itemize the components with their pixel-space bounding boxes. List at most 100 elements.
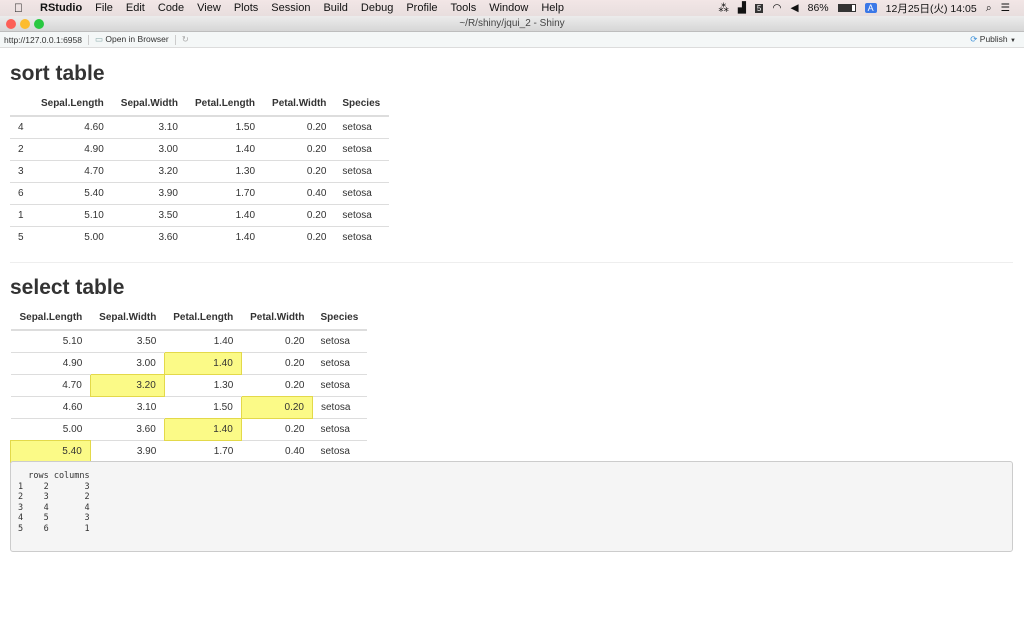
- table-cell[interactable]: 5.00: [31, 225, 112, 248]
- table-cell[interactable]: 3.60: [111, 225, 186, 248]
- dropbox-icon[interactable]: ⁂: [718, 2, 729, 14]
- table-cell[interactable]: setosa: [312, 329, 367, 352]
- menu-profile[interactable]: Profile: [406, 2, 437, 14]
- column-header[interactable]: Species: [312, 306, 367, 331]
- table-cell[interactable]: 3: [10, 159, 32, 182]
- input-method-badge[interactable]: A: [864, 3, 877, 13]
- column-header[interactable]: Petal.Width: [241, 306, 313, 331]
- table-cell[interactable]: setosa: [334, 115, 389, 138]
- table-cell[interactable]: 3.00: [111, 137, 186, 160]
- selected-cell[interactable]: 0.20: [240, 395, 313, 419]
- menu-code[interactable]: Code: [158, 2, 184, 14]
- table-cell[interactable]: 3.90: [90, 439, 165, 462]
- table-cell[interactable]: 3.60: [90, 417, 165, 440]
- volume-icon[interactable]: ◀: [791, 2, 799, 14]
- menu-build[interactable]: Build: [323, 2, 347, 14]
- table-row[interactable]: 6 5.40 3.90 1.70 0.40 setosa: [10, 181, 389, 204]
- docker-icon[interactable]: ▟: [738, 2, 746, 14]
- table-cell[interactable]: 0.20: [241, 417, 313, 440]
- table-cell[interactable]: setosa: [334, 137, 389, 160]
- table-cell[interactable]: 6: [10, 181, 32, 204]
- selected-cell[interactable]: 1.40: [163, 351, 242, 375]
- table-cell[interactable]: 5: [10, 225, 32, 248]
- table-row[interactable]: 5.00 3.60 1.40 0.20 setosa: [10, 417, 367, 441]
- menu-edit[interactable]: Edit: [126, 2, 145, 14]
- table-cell[interactable]: 1.40: [185, 225, 264, 248]
- column-header[interactable]: Sepal.Length: [31, 92, 112, 117]
- table-cell[interactable]: 4.70: [10, 373, 91, 396]
- table-cell[interactable]: 5.10: [10, 329, 91, 352]
- wifi-icon[interactable]: ◠: [772, 2, 781, 14]
- table-cell[interactable]: 0.20: [241, 351, 313, 374]
- publish-button[interactable]: ⟳ Publish ▼: [970, 34, 1016, 45]
- table-cell[interactable]: 1.40: [164, 329, 242, 352]
- table-cell[interactable]: 0.20: [241, 373, 313, 396]
- table-cell[interactable]: 0.20: [263, 137, 335, 160]
- table-row[interactable]: 5.10 3.50 1.40 0.20 setosa: [10, 329, 367, 352]
- table-cell[interactable]: 1.30: [185, 159, 264, 182]
- table-cell[interactable]: 0.40: [263, 181, 335, 204]
- table-cell[interactable]: 0.20: [263, 115, 335, 138]
- menu-app[interactable]: RStudio: [40, 2, 82, 14]
- table-cell[interactable]: setosa: [334, 225, 389, 248]
- column-header[interactable]: Petal.Length: [185, 92, 264, 117]
- table-row[interactable]: 5 5.00 3.60 1.40 0.20 setosa: [10, 225, 389, 248]
- table-cell[interactable]: setosa: [312, 395, 367, 418]
- column-header[interactable]: [10, 92, 32, 117]
- table-cell[interactable]: 1.70: [185, 181, 264, 204]
- table-cell[interactable]: 1: [10, 203, 32, 226]
- table-cell[interactable]: 5.10: [31, 203, 112, 226]
- table-cell[interactable]: setosa: [312, 351, 367, 374]
- table-row[interactable]: 5.40 3.90 1.70 0.40 setosa: [10, 439, 367, 463]
- list-icon[interactable]: ☰: [1001, 2, 1010, 14]
- table-row[interactable]: 4.60 3.10 1.50 0.20 setosa: [10, 395, 367, 419]
- selected-cell[interactable]: 1.40: [163, 417, 242, 441]
- table-cell[interactable]: 1.70: [164, 439, 242, 462]
- column-header[interactable]: Petal.Length: [164, 306, 242, 331]
- table-row[interactable]: 3 4.70 3.20 1.30 0.20 setosa: [10, 159, 389, 182]
- table-cell[interactable]: 3.10: [111, 115, 186, 138]
- table-cell[interactable]: 0.20: [263, 159, 335, 182]
- table-row[interactable]: 4.90 3.00 1.40 0.20 setosa: [10, 351, 367, 375]
- column-header[interactable]: Petal.Width: [263, 92, 335, 117]
- table-cell[interactable]: 1.40: [185, 137, 264, 160]
- table-cell[interactable]: 0.40: [241, 439, 313, 462]
- close-button[interactable]: [6, 19, 16, 29]
- maximize-button[interactable]: [34, 19, 44, 29]
- table-cell[interactable]: 3.20: [111, 159, 186, 182]
- table-cell[interactable]: 4: [10, 115, 32, 138]
- menu-debug[interactable]: Debug: [361, 2, 393, 14]
- table-cell[interactable]: 1.50: [164, 395, 242, 418]
- menu-window[interactable]: Window: [489, 2, 528, 14]
- selected-cell[interactable]: 3.20: [89, 373, 165, 397]
- table-cell[interactable]: setosa: [334, 159, 389, 182]
- apple-icon[interactable]: : [14, 2, 26, 14]
- battery-icon[interactable]: [837, 4, 856, 12]
- table-cell[interactable]: 4.70: [31, 159, 112, 182]
- table-cell[interactable]: 0.20: [241, 329, 313, 352]
- table-cell[interactable]: 1.50: [185, 115, 264, 138]
- menu-plots[interactable]: Plots: [234, 2, 258, 14]
- html5-icon[interactable]: 5: [754, 3, 764, 13]
- table-cell[interactable]: 3.10: [90, 395, 165, 418]
- table-cell[interactable]: 4.90: [10, 351, 91, 374]
- table-cell[interactable]: 3.50: [111, 203, 186, 226]
- table-cell[interactable]: 4.60: [10, 395, 91, 418]
- table-row[interactable]: 4 4.60 3.10 1.50 0.20 setosa: [10, 115, 389, 138]
- selected-cell[interactable]: 5.40: [10, 439, 91, 463]
- table-row[interactable]: 1 5.10 3.50 1.40 0.20 setosa: [10, 203, 389, 226]
- table-cell[interactable]: setosa: [334, 181, 389, 204]
- table-cell[interactable]: 3.90: [111, 181, 186, 204]
- table-cell[interactable]: 5.40: [31, 181, 112, 204]
- table-cell[interactable]: 5.00: [10, 417, 91, 440]
- menu-file[interactable]: File: [95, 2, 113, 14]
- table-cell[interactable]: 1.40: [185, 203, 264, 226]
- column-header[interactable]: Sepal.Length: [10, 306, 91, 331]
- table-cell[interactable]: setosa: [312, 439, 367, 462]
- menu-view[interactable]: View: [197, 2, 221, 14]
- menu-help[interactable]: Help: [541, 2, 564, 14]
- search-icon[interactable]: ⌕: [986, 2, 992, 15]
- column-header[interactable]: Sepal.Width: [111, 92, 186, 117]
- table-cell[interactable]: setosa: [334, 203, 389, 226]
- menu-tools[interactable]: Tools: [451, 2, 477, 14]
